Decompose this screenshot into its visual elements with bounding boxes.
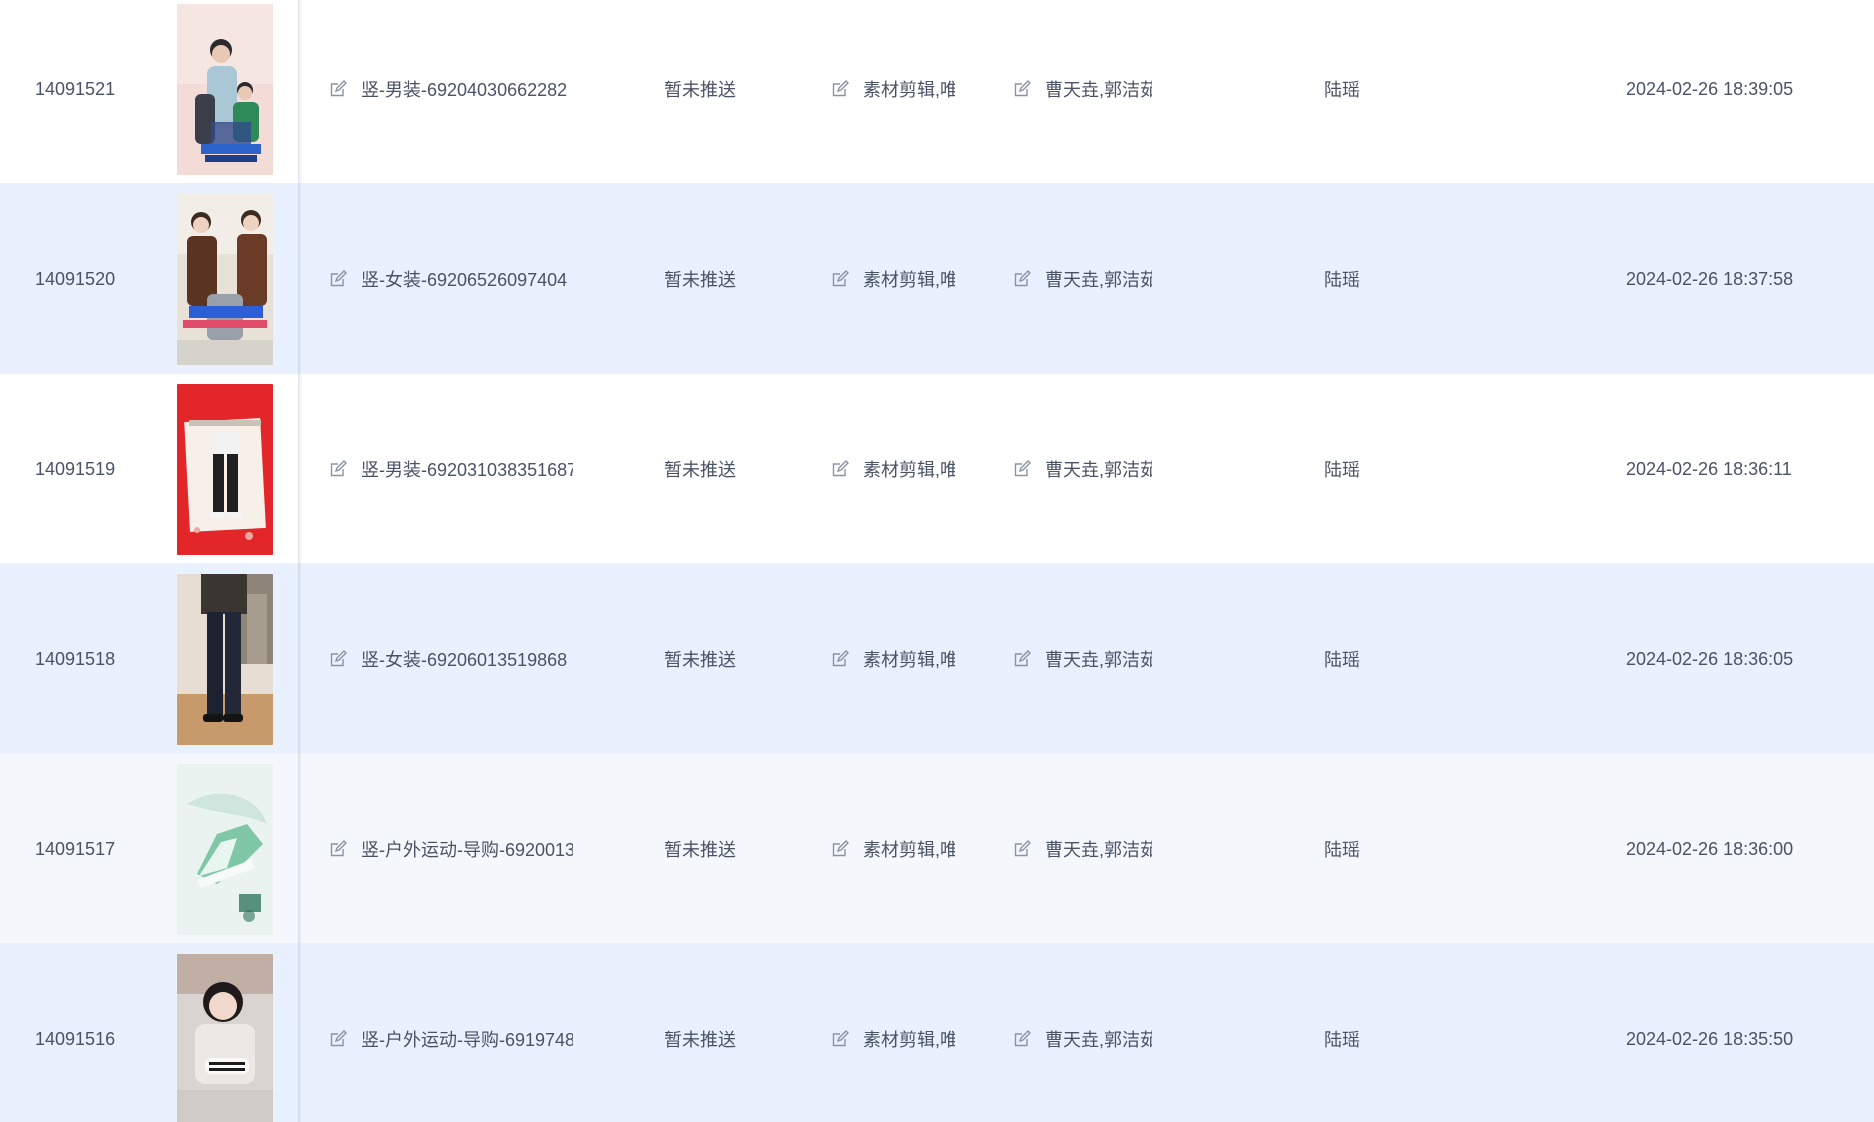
people-cell: 曹天垚,郭洁茹 — [1012, 944, 1152, 1122]
edit-icon[interactable] — [328, 79, 348, 99]
video-thumbnail[interactable] — [177, 763, 273, 935]
material-tags: 素材剪辑,唯 — [863, 650, 955, 670]
created-time: 2024-02-26 18:36:00 — [1626, 838, 1794, 859]
video-thumbnail[interactable] — [177, 3, 273, 175]
material-title: 竖-女装-69206526097404 — [361, 270, 568, 290]
material-people: 曹天垚,郭洁茹 — [1045, 840, 1152, 860]
created-time: 2024-02-26 18:36:11 — [1626, 458, 1792, 479]
edit-icon[interactable] — [830, 459, 850, 479]
people-cell: 曹天垚,郭洁茹 — [1012, 564, 1152, 754]
thumbnail-cell[interactable] — [176, 0, 274, 184]
edit-icon[interactable] — [830, 269, 850, 289]
edit-icon[interactable] — [1012, 269, 1032, 289]
tags-cell: 素材剪辑,唯 — [830, 564, 958, 754]
table-row[interactable]: 14091520 竖-女装-69206526097404 暂未推送 素材剪辑,唯… — [0, 184, 1874, 374]
tags-cell: 素材剪辑,唯 — [830, 374, 958, 564]
material-tags: 素材剪辑,唯 — [863, 1030, 955, 1050]
owner: 陆瑶 — [1324, 80, 1360, 100]
owner: 陆瑶 — [1324, 1030, 1360, 1050]
people-cell: 曹天垚,郭洁茹 — [1012, 374, 1152, 564]
title-cell: 竖-男装-69204030662282 — [328, 0, 574, 184]
edit-icon[interactable] — [1012, 839, 1032, 859]
edit-icon[interactable] — [1012, 459, 1032, 479]
push-status: 暂未推送 — [664, 650, 736, 670]
edit-icon[interactable] — [328, 1029, 348, 1049]
table-row[interactable]: 14091519 竖-男装-692031038351687 暂未推送 素材剪辑,… — [0, 374, 1874, 564]
material-tags: 素材剪辑,唯 — [863, 270, 955, 290]
video-thumbnail[interactable] — [177, 193, 273, 365]
thumbnail-cell[interactable] — [176, 184, 274, 374]
material-title: 竖-男装-692031038351687 — [361, 460, 573, 480]
material-id: 14091517 — [35, 838, 116, 859]
edit-icon[interactable] — [328, 839, 348, 859]
edit-icon[interactable] — [328, 459, 348, 479]
push-status: 暂未推送 — [664, 840, 736, 860]
edit-icon[interactable] — [830, 649, 850, 669]
video-thumbnail[interactable] — [177, 383, 273, 555]
material-tags: 素材剪辑,唯 — [863, 840, 955, 860]
materials-table: 14091521 竖-男装-69204030662282 暂未推送 素材剪辑,唯… — [0, 0, 1874, 1122]
tags-cell: 素材剪辑,唯 — [830, 184, 958, 374]
material-title: 竖-户外运动-导购-6920013 — [361, 840, 573, 860]
thumbnail-cell[interactable] — [176, 564, 274, 754]
owner: 陆瑶 — [1324, 270, 1360, 290]
material-title: 竖-户外运动-导购-6919748 — [361, 1030, 573, 1050]
title-cell: 竖-女装-69206526097404 — [328, 184, 574, 374]
material-people: 曹天垚,郭洁茹 — [1045, 650, 1152, 670]
material-title: 竖-男装-69204030662282 — [361, 80, 568, 100]
people-cell: 曹天垚,郭洁茹 — [1012, 754, 1152, 944]
material-id: 14091518 — [35, 648, 116, 669]
thumbnail-cell[interactable] — [176, 374, 274, 564]
material-tags: 素材剪辑,唯 — [863, 80, 955, 100]
table-row[interactable]: 14091521 竖-男装-69204030662282 暂未推送 素材剪辑,唯… — [0, 0, 1874, 184]
material-id: 14091516 — [35, 1028, 116, 1049]
people-cell: 曹天垚,郭洁茹 — [1012, 184, 1152, 374]
thumbnail-cell[interactable] — [176, 944, 274, 1122]
edit-icon[interactable] — [328, 649, 348, 669]
thumbnail-cell[interactable] — [176, 754, 274, 944]
push-status: 暂未推送 — [664, 80, 736, 100]
edit-icon[interactable] — [1012, 79, 1032, 99]
created-time: 2024-02-26 18:36:05 — [1626, 648, 1794, 669]
owner: 陆瑶 — [1324, 840, 1360, 860]
title-cell: 竖-户外运动-导购-6920013 — [328, 754, 574, 944]
edit-icon[interactable] — [830, 839, 850, 859]
video-thumbnail[interactable] — [177, 573, 273, 745]
push-status: 暂未推送 — [664, 270, 736, 290]
table-row[interactable]: 14091516 竖-户外运动-导购-6919748 暂未推送 素材剪辑,唯 曹… — [0, 944, 1874, 1122]
edit-icon[interactable] — [328, 269, 348, 289]
material-people: 曹天垚,郭洁茹 — [1045, 270, 1152, 290]
owner: 陆瑶 — [1324, 650, 1360, 670]
title-cell: 竖-男装-692031038351687 — [328, 374, 574, 564]
material-id: 14091521 — [35, 78, 116, 99]
created-time: 2024-02-26 18:37:58 — [1626, 268, 1794, 289]
material-title: 竖-女装-69206013519868 — [361, 650, 568, 670]
table-row[interactable]: 14091518 竖-女装-69206013519868 暂未推送 素材剪辑,唯… — [0, 564, 1874, 754]
tags-cell: 素材剪辑,唯 — [830, 754, 958, 944]
push-status: 暂未推送 — [664, 1030, 736, 1050]
tags-cell: 素材剪辑,唯 — [830, 944, 958, 1122]
push-status: 暂未推送 — [664, 460, 736, 480]
edit-icon[interactable] — [1012, 649, 1032, 669]
material-id: 14091520 — [35, 268, 116, 289]
owner: 陆瑶 — [1324, 460, 1360, 480]
material-people: 曹天垚,郭洁茹 — [1045, 80, 1152, 100]
material-tags: 素材剪辑,唯 — [863, 460, 955, 480]
video-thumbnail[interactable] — [177, 953, 273, 1122]
material-people: 曹天垚,郭洁茹 — [1045, 1030, 1152, 1050]
created-time: 2024-02-26 18:35:50 — [1626, 1028, 1794, 1049]
title-cell: 竖-女装-69206013519868 — [328, 564, 574, 754]
material-people: 曹天垚,郭洁茹 — [1045, 460, 1152, 480]
people-cell: 曹天垚,郭洁茹 — [1012, 0, 1152, 184]
edit-icon[interactable] — [830, 79, 850, 99]
edit-icon[interactable] — [830, 1029, 850, 1049]
title-cell: 竖-户外运动-导购-6919748 — [328, 944, 574, 1122]
table-row[interactable]: 14091517 竖-户外运动-导购-6920013 暂未推送 素材剪辑,唯 曹… — [0, 754, 1874, 944]
edit-icon[interactable] — [1012, 1029, 1032, 1049]
material-id: 14091519 — [35, 458, 116, 479]
tags-cell: 素材剪辑,唯 — [830, 0, 958, 184]
created-time: 2024-02-26 18:39:05 — [1626, 78, 1794, 99]
